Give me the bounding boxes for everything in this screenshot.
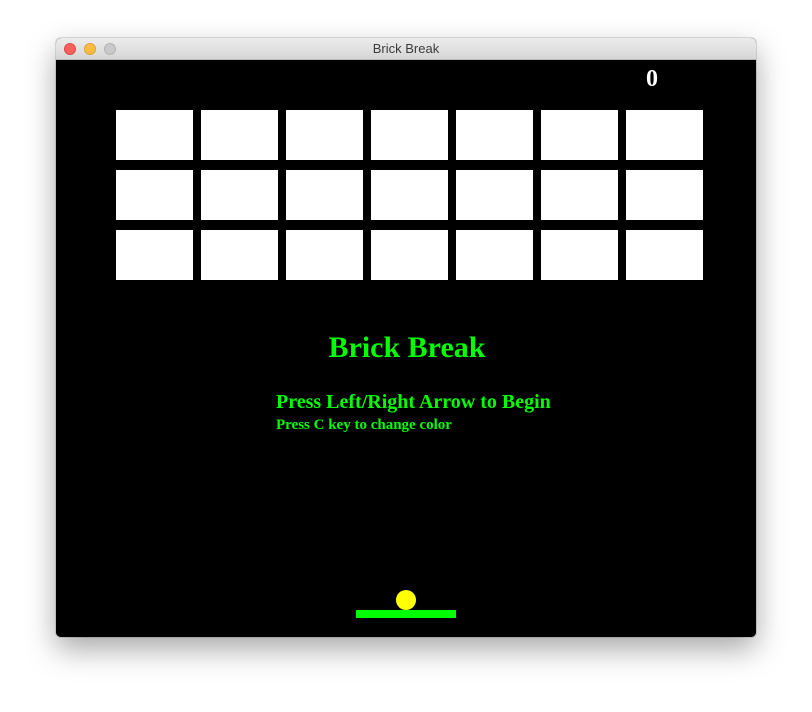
brick — [456, 110, 533, 160]
brick — [116, 110, 193, 160]
brick — [626, 110, 703, 160]
brick — [201, 110, 278, 160]
brick — [541, 110, 618, 160]
brick — [541, 170, 618, 220]
brick — [371, 170, 448, 220]
paddle[interactable] — [356, 610, 456, 618]
brick — [371, 110, 448, 160]
brick — [541, 230, 618, 280]
color-instruction: Press C key to change color — [276, 417, 452, 433]
brick — [456, 230, 533, 280]
game-canvas[interactable]: 0 Brick Break Press Left/Right Arrow to … — [56, 60, 756, 637]
brick — [286, 230, 363, 280]
start-instruction: Press Left/Right Arrow to Begin — [276, 391, 551, 413]
brick — [371, 230, 448, 280]
ball — [396, 590, 416, 610]
brick — [286, 170, 363, 220]
brick — [626, 170, 703, 220]
brick — [626, 230, 703, 280]
brick — [116, 230, 193, 280]
title-bar: Brick Break — [56, 38, 756, 60]
game-title: Brick Break — [328, 331, 486, 364]
game-window: Brick Break 0 Brick Break Press Left/Rig… — [56, 38, 756, 637]
score-display: 0 — [646, 66, 658, 92]
brick — [286, 110, 363, 160]
brick — [201, 170, 278, 220]
brick — [116, 170, 193, 220]
brick — [201, 230, 278, 280]
brick — [456, 170, 533, 220]
window-title: Brick Break — [372, 41, 440, 56]
